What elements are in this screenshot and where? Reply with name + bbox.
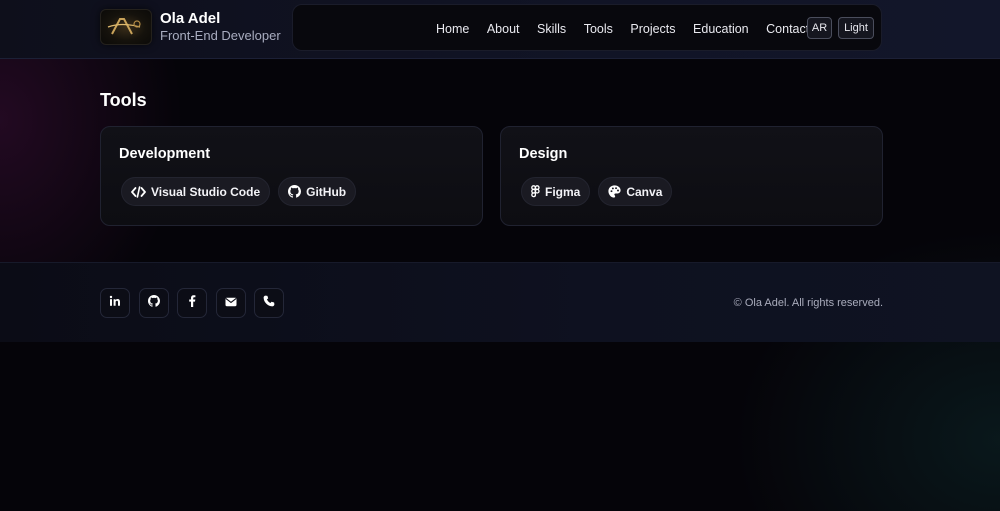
brand-name: Ola Adel xyxy=(160,10,221,28)
nav-link-home[interactable]: Home xyxy=(436,22,469,36)
copyright-text: © Ola Adel. All rights reserved. xyxy=(733,297,883,309)
facebook-link[interactable] xyxy=(177,288,207,318)
tool-card-design: Design Figma Canva xyxy=(500,126,883,226)
social-links xyxy=(100,288,293,318)
figma-icon xyxy=(531,185,540,198)
theme-toggle-button[interactable]: Light xyxy=(838,17,874,39)
linkedin-icon xyxy=(109,294,121,312)
palette-icon xyxy=(608,185,621,198)
phone-link[interactable] xyxy=(254,288,284,318)
card-title: Development xyxy=(119,146,211,162)
tool-chip-github: GitHub xyxy=(278,177,357,206)
tool-chip-label: Visual Studio Code xyxy=(151,184,261,199)
github-icon xyxy=(147,294,160,312)
site-header: Ola Adel Front-End Developer Home About … xyxy=(0,0,1000,59)
tool-chip-label: GitHub xyxy=(306,184,347,199)
linkedin-link[interactable] xyxy=(100,288,130,318)
card-title: Design xyxy=(519,146,568,162)
phone-icon xyxy=(263,294,275,312)
nav-link-tools[interactable]: Tools xyxy=(584,22,613,36)
github-link[interactable] xyxy=(138,288,169,318)
code-icon xyxy=(131,185,146,198)
language-toggle-button[interactable]: AR xyxy=(807,17,832,39)
tool-chip-vscode: Visual Studio Code xyxy=(121,177,271,206)
site-footer: © Ola Adel. All rights reserved. xyxy=(0,262,1000,342)
nav-link-about[interactable]: About xyxy=(487,22,520,36)
tool-card-development: Development Visual Studio Code GitHub xyxy=(100,126,483,226)
tool-chip-label: Canva xyxy=(626,184,663,199)
tool-chip-label: Figma xyxy=(545,184,581,199)
nav-link-education[interactable]: Education xyxy=(693,22,749,36)
tool-chip-canva: Canva xyxy=(598,177,673,206)
brand-role: Front-End Developer xyxy=(160,28,281,44)
nav-link-projects[interactable]: Projects xyxy=(630,22,675,36)
email-link[interactable] xyxy=(215,288,246,318)
github-icon xyxy=(288,185,302,198)
facebook-icon xyxy=(188,294,196,312)
section-title: Tools xyxy=(100,90,147,110)
logo-mark xyxy=(107,18,141,35)
main-nav: Home About Skills Tools Projects Educati… xyxy=(292,4,882,51)
tool-chip-figma: Figma xyxy=(521,177,591,206)
brand[interactable]: Ola Adel Front-End Developer xyxy=(100,9,281,45)
envelope-icon xyxy=(224,294,237,312)
logo xyxy=(100,9,152,45)
nav-link-skills[interactable]: Skills xyxy=(537,22,566,36)
nav-link-contact[interactable]: Contact xyxy=(766,22,809,36)
